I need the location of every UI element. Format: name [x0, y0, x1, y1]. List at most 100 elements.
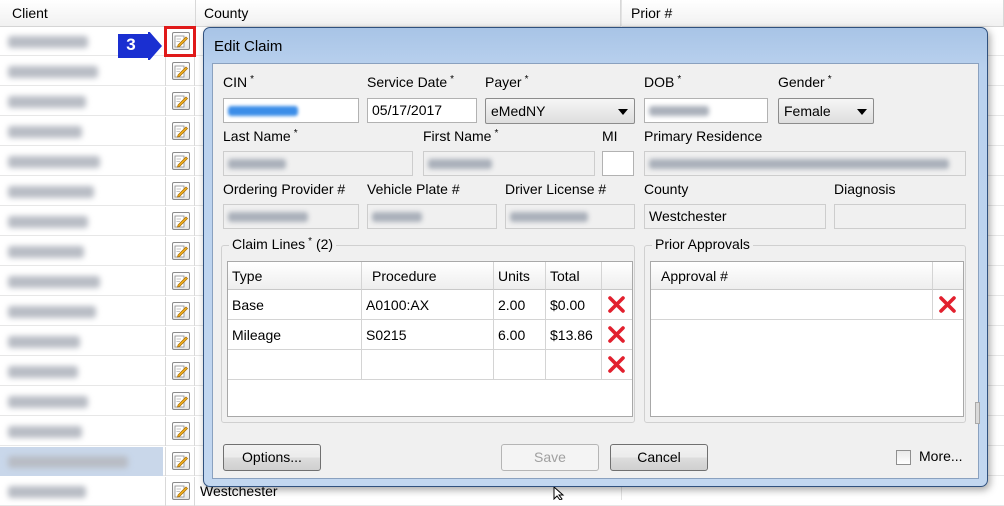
- claim-line-procedure-cell[interactable]: [362, 350, 494, 380]
- delete-approval-button[interactable]: [933, 290, 963, 320]
- county-cell[interactable]: [196, 417, 200, 446]
- payer-dropdown[interactable]: eMedNY: [485, 98, 635, 124]
- client-cell[interactable]: [0, 417, 163, 446]
- redacted-client-name: [8, 36, 88, 48]
- delete-claim-line-button[interactable]: [602, 350, 632, 380]
- claim-line-total-cell[interactable]: $13.86: [546, 320, 602, 350]
- client-cell[interactable]: [0, 357, 163, 386]
- column-header-approval[interactable]: Approval #: [651, 262, 933, 290]
- mi-field[interactable]: [602, 151, 634, 176]
- cancel-button[interactable]: Cancel: [610, 444, 708, 471]
- edit-row-button[interactable]: [172, 422, 190, 440]
- claim-line-units-cell[interactable]: 2.00: [494, 290, 546, 320]
- delete-claim-line-button[interactable]: [602, 290, 632, 320]
- county-cell[interactable]: [196, 237, 200, 266]
- edit-row-button[interactable]: [172, 152, 190, 170]
- county-cell[interactable]: [196, 117, 200, 146]
- options-button[interactable]: Options...: [223, 444, 321, 471]
- county-field[interactable]: Westchester: [644, 204, 826, 229]
- county-cell[interactable]: [196, 297, 200, 326]
- cin-field[interactable]: [223, 98, 359, 123]
- scrollbar-thumb[interactable]: [975, 402, 980, 424]
- edit-pencil-icon: [174, 215, 188, 228]
- claim-line-procedure-cell[interactable]: A0100:AX: [362, 290, 494, 320]
- chevron-down-icon: [857, 109, 867, 115]
- claim-line-units-cell[interactable]: 6.00: [494, 320, 546, 350]
- vehicle-plate-field[interactable]: [367, 204, 497, 229]
- county-cell[interactable]: [196, 57, 200, 86]
- client-cell[interactable]: [0, 87, 163, 116]
- claim-line-type-cell[interactable]: Mileage: [228, 320, 362, 350]
- county-cell[interactable]: [196, 387, 200, 416]
- county-cell[interactable]: [196, 327, 200, 356]
- edit-row-button[interactable]: [172, 482, 190, 500]
- edit-row-button[interactable]: [172, 92, 190, 110]
- edit-row-button[interactable]: [172, 32, 190, 50]
- edit-row-button[interactable]: [172, 332, 190, 350]
- more-label[interactable]: More...: [919, 448, 963, 464]
- service-date-label: Service Date *: [367, 74, 455, 90]
- column-header-client[interactable]: Client: [0, 0, 196, 26]
- client-cell[interactable]: [0, 177, 163, 206]
- column-header-total[interactable]: Total: [546, 262, 602, 290]
- county-cell[interactable]: [196, 147, 200, 176]
- primary-residence-field[interactable]: [644, 151, 966, 176]
- first-name-field[interactable]: [423, 151, 595, 176]
- edit-pencil-icon: [174, 425, 188, 438]
- column-header-procedure[interactable]: Procedure: [362, 262, 494, 290]
- edit-row-button[interactable]: [172, 182, 190, 200]
- approval-cell[interactable]: [651, 290, 933, 320]
- edit-row-button[interactable]: [172, 122, 190, 140]
- client-cell[interactable]: [0, 297, 163, 326]
- client-cell[interactable]: [0, 207, 163, 236]
- edit-row-button[interactable]: [172, 272, 190, 290]
- county-cell[interactable]: [196, 267, 200, 296]
- client-cell[interactable]: [0, 477, 163, 506]
- ordering-provider-field[interactable]: [223, 204, 359, 229]
- edit-row-button[interactable]: [172, 362, 190, 380]
- client-cell[interactable]: [0, 387, 163, 416]
- county-cell[interactable]: [196, 207, 200, 236]
- edit-row-button[interactable]: [172, 392, 190, 410]
- diagnosis-field[interactable]: [834, 204, 966, 229]
- claim-line-total-cell[interactable]: $0.00: [546, 290, 602, 320]
- client-cell[interactable]: [0, 147, 163, 176]
- edit-row-button[interactable]: [172, 452, 190, 470]
- county-cell[interactable]: [196, 177, 200, 206]
- column-header-units[interactable]: Units: [494, 262, 546, 290]
- client-cell[interactable]: [0, 237, 163, 266]
- county-cell[interactable]: [196, 357, 200, 386]
- edit-row-button[interactable]: [172, 62, 190, 80]
- dob-field[interactable]: [644, 98, 768, 123]
- save-button[interactable]: Save: [501, 444, 599, 471]
- claim-line-units-cell[interactable]: [494, 350, 546, 380]
- county-cell[interactable]: [196, 27, 200, 56]
- county-cell[interactable]: [196, 87, 200, 116]
- edit-cell: [165, 297, 195, 326]
- service-date-field[interactable]: 05/17/2017: [367, 98, 477, 123]
- client-cell[interactable]: [0, 267, 163, 296]
- delete-claim-line-button[interactable]: [602, 320, 632, 350]
- more-checkbox[interactable]: [896, 450, 911, 465]
- edit-row-button[interactable]: [172, 212, 190, 230]
- edit-row-button[interactable]: [172, 242, 190, 260]
- delete-x-icon: [608, 356, 625, 373]
- client-cell[interactable]: [0, 327, 163, 356]
- client-cell[interactable]: [0, 117, 163, 146]
- claim-line-type-cell[interactable]: [228, 350, 362, 380]
- gender-dropdown[interactable]: Female: [778, 98, 874, 124]
- county-cell[interactable]: [196, 447, 200, 476]
- last-name-field[interactable]: [223, 151, 413, 176]
- driver-license-field[interactable]: [505, 204, 635, 229]
- column-header-county[interactable]: County: [196, 0, 621, 26]
- column-header-type[interactable]: Type: [228, 262, 362, 290]
- column-header-prior[interactable]: Prior #: [621, 0, 1004, 26]
- edit-cell: [165, 387, 195, 416]
- edit-cell: [165, 417, 195, 446]
- client-cell[interactable]: [0, 447, 163, 476]
- edit-row-button[interactable]: [172, 302, 190, 320]
- claim-line-type-cell[interactable]: Base: [228, 290, 362, 320]
- claim-line-procedure-cell[interactable]: S0215: [362, 320, 494, 350]
- claim-line-total-cell[interactable]: [546, 350, 602, 380]
- client-cell[interactable]: [0, 57, 163, 86]
